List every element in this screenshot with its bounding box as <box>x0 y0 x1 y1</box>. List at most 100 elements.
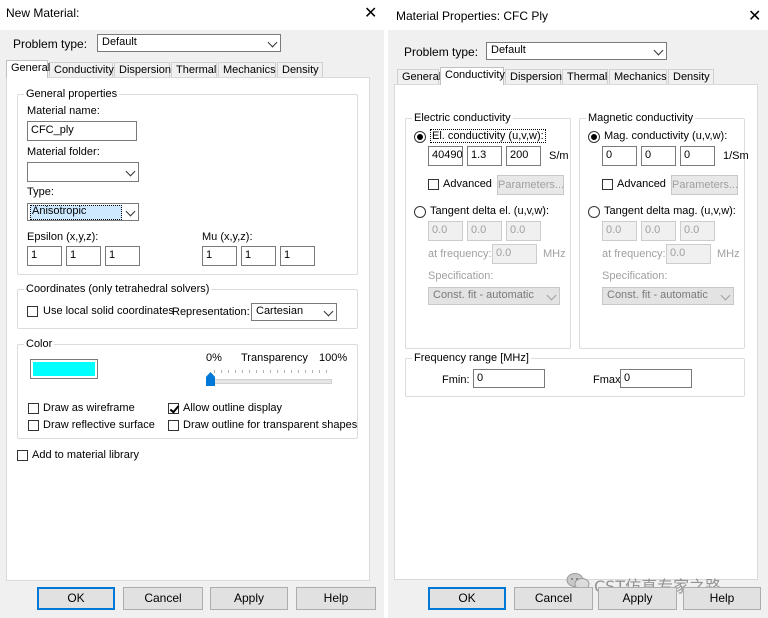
mag-advanced-checkbox[interactable] <box>602 179 613 190</box>
mag-conductivity-w-input[interactable]: 0 <box>680 146 715 166</box>
wireframe-label: Draw as wireframe <box>43 402 135 414</box>
cancel-button[interactable]: Cancel <box>123 587 203 610</box>
el-at-frequency-input[interactable]: 0.0 <box>492 244 537 264</box>
tab-thermal[interactable]: Thermal <box>171 62 217 77</box>
tangent-delta-el-label: Tangent delta el. (u,v,w): <box>430 205 550 217</box>
mu-z-input[interactable]: 1 <box>280 246 315 266</box>
el-conductivity-u-input[interactable]: 40490 <box>428 146 463 166</box>
ok-button[interactable]: OK <box>428 587 506 610</box>
tab-dispersion[interactable]: Dispersion <box>114 62 171 77</box>
dialog-title: New Material: <box>6 6 80 20</box>
tab-conductivity[interactable]: Conductivity <box>440 67 505 85</box>
mag-parameters-button[interactable]: Parameters... <box>671 175 738 195</box>
magnetic-conductivity-group: Magnetic conductivity Mag. conductivity … <box>579 112 749 349</box>
tangent-el-w-input[interactable]: 0.0 <box>506 221 541 241</box>
wireframe-checkbox[interactable] <box>28 403 39 414</box>
tangent-el-v-input[interactable]: 0.0 <box>467 221 502 241</box>
material-folder-select[interactable] <box>27 162 139 182</box>
fmin-input[interactable]: 0 <box>473 369 545 388</box>
tangent-delta-mag-label: Tangent delta mag. (u,v,w): <box>604 205 736 217</box>
coordinates-group: Coordinates (only tetrahedral solvers) U… <box>17 283 358 329</box>
add-to-library-checkbox[interactable] <box>17 450 28 461</box>
tangent-delta-el-radio[interactable] <box>414 206 426 218</box>
tangent-mag-w-input[interactable]: 0.0 <box>680 221 715 241</box>
representation-value: Cartesian <box>256 305 304 317</box>
el-specification-select[interactable]: Const. fit - automatic <box>428 287 560 305</box>
epsilon-y-input[interactable]: 1 <box>66 246 101 266</box>
outline-transparent-checkbox[interactable] <box>168 420 179 431</box>
epsilon-x-input[interactable]: 1 <box>27 246 62 266</box>
tab-mechanics[interactable]: Mechanics <box>218 62 276 77</box>
chevron-down-icon <box>323 306 334 317</box>
epsilon-z-input[interactable]: 1 <box>105 246 140 266</box>
add-to-library-label: Add to material library <box>32 449 139 461</box>
problem-type-select[interactable]: Default <box>486 42 667 60</box>
close-icon[interactable]: ✕ <box>364 3 377 23</box>
problem-type-select[interactable]: Default <box>97 34 281 52</box>
tangent-mag-u-input[interactable]: 0.0 <box>602 221 637 241</box>
tab-conductivity[interactable]: Conductivity <box>49 62 114 77</box>
mag-conductivity-u-input[interactable]: 0 <box>602 146 637 166</box>
epsilon-label: Epsilon (x,y,z): <box>27 231 99 243</box>
electric-conductivity-group: Electric conductivity El. conductivity (… <box>405 112 571 349</box>
help-button[interactable]: Help <box>683 587 761 610</box>
representation-select[interactable]: Cartesian <box>251 303 337 321</box>
mag-conductivity-v-input[interactable]: 0 <box>641 146 676 166</box>
tangent-mag-v-input[interactable]: 0.0 <box>641 221 676 241</box>
mag-conductivity-unit: 1/Sm <box>723 150 749 162</box>
type-select[interactable]: Anisotropic <box>27 203 139 221</box>
mu-y-input[interactable]: 1 <box>241 246 276 266</box>
chevron-down-icon <box>546 290 557 301</box>
material-folder-label: Material folder: <box>27 146 100 158</box>
tab-dispersion[interactable]: Dispersion <box>505 69 562 84</box>
use-local-coordinates-checkbox[interactable] <box>27 306 38 317</box>
mag-conductivity-radio[interactable] <box>588 131 600 143</box>
transparency-slider-track[interactable] <box>210 379 332 384</box>
ok-button[interactable]: OK <box>37 587 115 610</box>
tangent-el-u-input[interactable]: 0.0 <box>428 221 463 241</box>
el-parameters-button[interactable]: Parameters... <box>497 175 564 195</box>
el-conductivity-radio[interactable] <box>414 131 426 143</box>
coordinates-label: Coordinates (only tetrahedral solvers) <box>24 283 212 295</box>
tab-general[interactable]: General <box>397 69 441 84</box>
tab-density[interactable]: Density <box>668 69 714 84</box>
apply-button[interactable]: Apply <box>598 587 677 610</box>
color-swatch[interactable] <box>30 359 98 379</box>
transparency-slider-thumb[interactable] <box>206 372 215 386</box>
close-icon[interactable]: ✕ <box>748 6 761 26</box>
allow-outline-checkbox[interactable] <box>168 403 179 414</box>
fmax-input[interactable]: 0 <box>620 369 692 388</box>
use-local-coordinates-label: Use local solid coordinates <box>43 305 174 317</box>
reflective-surface-checkbox[interactable] <box>28 420 39 431</box>
general-tab-panel: General properties Material name: CFC_pl… <box>6 77 370 581</box>
title-bar: Material Properties: CFC Ply ✕ <box>388 0 768 30</box>
mag-specification-value: Const. fit - automatic <box>607 289 708 301</box>
color-group: Color 0% Transparency 100% Draw as wiref… <box>17 338 358 439</box>
color-label: Color <box>24 338 55 350</box>
tab-bar: General Conductivity Dispersion Thermal … <box>397 67 757 85</box>
mag-specification-label: Specification: <box>602 270 668 282</box>
tab-density[interactable]: Density <box>277 62 323 77</box>
el-advanced-checkbox[interactable] <box>428 179 439 190</box>
mag-advanced-label: Advanced <box>617 178 666 190</box>
apply-button[interactable]: Apply <box>210 587 288 610</box>
conductivity-tab-panel: Electric conductivity El. conductivity (… <box>394 84 758 580</box>
tab-general[interactable]: General <box>6 60 50 78</box>
mag-specification-select[interactable]: Const. fit - automatic <box>602 287 734 305</box>
el-conductivity-v-input[interactable]: 1.3 <box>467 146 502 166</box>
chevron-down-icon <box>267 37 278 48</box>
el-conductivity-label: El. conductivity (u,v,w): <box>430 129 546 143</box>
representation-label: Representation: <box>172 306 250 318</box>
tab-thermal[interactable]: Thermal <box>562 69 608 84</box>
tangent-delta-mag-radio[interactable] <box>588 206 600 218</box>
transparency-max-label: 100% <box>319 352 348 364</box>
mu-x-input[interactable]: 1 <box>202 246 237 266</box>
material-name-input[interactable]: CFC_ply <box>27 121 137 141</box>
help-button[interactable]: Help <box>296 587 376 610</box>
allow-outline-label: Allow outline display <box>183 402 283 414</box>
tab-mechanics[interactable]: Mechanics <box>609 69 667 84</box>
mag-at-frequency-input[interactable]: 0.0 <box>666 244 711 264</box>
chevron-down-icon <box>125 166 136 177</box>
cancel-button[interactable]: Cancel <box>514 587 593 610</box>
el-conductivity-w-input[interactable]: 200 <box>506 146 541 166</box>
